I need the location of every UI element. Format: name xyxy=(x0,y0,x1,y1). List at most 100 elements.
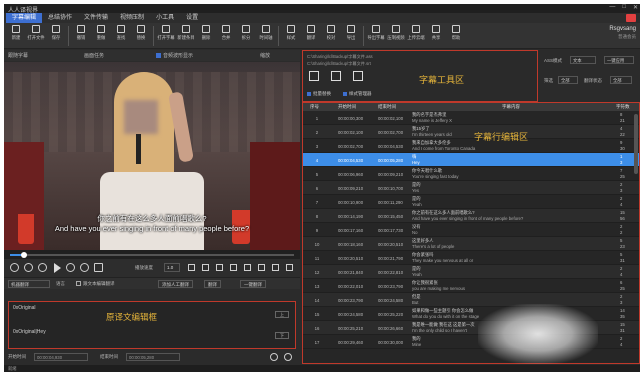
time-forward-icon[interactable] xyxy=(284,353,292,361)
menu-video-render[interactable]: 视频压制 xyxy=(114,13,150,23)
cell-en[interactable]: My name is Jeffery X xyxy=(412,118,452,123)
table-row[interactable]: 7 00:00:10,900 00:00:11,290 是的 Yeah 2 4 xyxy=(302,195,640,209)
toolbar-button[interactable]: 上传云端 xyxy=(406,23,426,49)
cell-en[interactable]: They make you nervous at all or xyxy=(412,258,473,263)
skip-icon[interactable] xyxy=(80,263,89,272)
speed-select[interactable]: 1.0 xyxy=(164,263,180,272)
cell-en[interactable]: Yeah xyxy=(412,202,422,207)
toolbar-button[interactable]: 导出 xyxy=(341,23,361,49)
cell-en[interactable]: And have you ever singing in front of ma… xyxy=(412,216,523,221)
forward-icon[interactable] xyxy=(66,263,75,272)
menu-settings[interactable]: 设置 xyxy=(180,13,204,23)
align-middle-icon[interactable] xyxy=(202,264,209,271)
loop-icon[interactable] xyxy=(10,263,19,272)
col-chars[interactable]: 字符数 xyxy=(616,104,630,110)
tools-icon[interactable] xyxy=(353,71,363,81)
translate-mode-select[interactable]: 机器翻译 xyxy=(8,280,50,288)
add-human-translation-button[interactable]: 添加人工翻译 xyxy=(158,280,193,288)
start-time-field[interactable]: 00:00:04,930 xyxy=(34,353,88,361)
text-size-icon[interactable] xyxy=(258,264,265,271)
cell-en[interactable]: What do you do with it on the stage xyxy=(412,314,479,319)
menu-tools[interactable]: 小工具 xyxy=(150,13,180,23)
move-down-button[interactable]: 下 xyxy=(275,332,289,339)
one-click-translate-button[interactable]: 一键翻译 xyxy=(240,280,266,288)
translation-status-select[interactable]: 全部 xyxy=(610,76,632,84)
table-row[interactable]: 3 00:00:02,700 00:00:04,530 我来自加拿大多伦多 And I … xyxy=(302,139,640,153)
toolbar-button[interactable]: 删除 xyxy=(196,23,216,49)
file-path-1[interactable]: C:\Sharing\lcl\Backup\字幕文件.ass xyxy=(307,54,373,60)
table-row[interactable]: 8 00:00:14,190 00:00:15,450 你之前有在这么多人面前唱歌么?… xyxy=(302,209,640,223)
cell-en[interactable]: And I come from Toronto Canada xyxy=(412,146,475,151)
toolbar-button[interactable]: 替换 xyxy=(131,23,151,49)
move-up-button[interactable]: 上 xyxy=(275,311,289,318)
apply-all-button[interactable]: 一键应用 xyxy=(604,56,634,64)
table-row[interactable]: 13 00:00:22,010 00:00:23,790 你让我很紧张 you are … xyxy=(302,279,640,293)
toolbar-button[interactable]: 样式 xyxy=(281,23,301,49)
cell-en[interactable]: Mine xyxy=(412,342,421,347)
tab-batch-replace[interactable]: 批量替换 xyxy=(307,91,331,97)
source-text[interactable]: 0xOriginal xyxy=(13,305,36,311)
toolbar-button[interactable]: 打开字幕 xyxy=(156,23,176,49)
progress-handle[interactable] xyxy=(21,252,28,258)
waveform-toggle[interactable]: 音频波形显示 xyxy=(156,52,193,59)
progress-bar[interactable] xyxy=(4,250,300,259)
filter-select[interactable]: 全部 xyxy=(558,76,578,84)
table-row[interactable]: 4 00:00:04,530 00:00:05,280 嗨 Hey 1 3 xyxy=(302,153,640,167)
fullscreen-icon[interactable] xyxy=(286,264,293,271)
brush-icon[interactable] xyxy=(309,71,319,81)
col-content[interactable]: 字幕内容 xyxy=(502,104,520,110)
cell-en[interactable]: There's a lot of people xyxy=(412,244,454,249)
cell-en[interactable]: Yeah xyxy=(412,272,422,277)
translate-button[interactable]: 翻译 xyxy=(204,280,221,288)
maximize-button[interactable]: □ xyxy=(622,4,626,11)
toolbar-button[interactable]: 重做 xyxy=(91,23,111,49)
toolbar-button[interactable]: 拆分 xyxy=(236,23,256,49)
ass-mode-select[interactable]: 文本 xyxy=(570,56,596,64)
follow-edit-checkbox[interactable]: 跟文本编辑翻译 xyxy=(76,281,115,287)
table-row[interactable]: 10 00:00:18,160 00:00:20,510 这里好多人 There's a… xyxy=(302,237,640,251)
split-icon[interactable] xyxy=(272,264,279,271)
toolbar-button[interactable]: 合并 xyxy=(216,23,236,49)
menu-file-transfer[interactable]: 文件传输 xyxy=(78,13,114,23)
toolbar-button[interactable]: 保存 xyxy=(46,23,66,49)
toolbar-button[interactable]: 查找 xyxy=(111,23,131,49)
col-end[interactable]: 结束时间 xyxy=(378,104,396,110)
cell-en[interactable]: You're singing fast today xyxy=(412,174,459,179)
play-icon[interactable] xyxy=(54,263,61,273)
toolbar-button[interactable]: 翻译 xyxy=(301,23,321,49)
toolbar-button[interactable]: 导出字幕 xyxy=(366,23,386,49)
menu-subtitle-edit[interactable]: 字幕编辑 xyxy=(6,13,43,23)
close-button[interactable]: ✕ xyxy=(633,4,638,11)
tab-style-manager[interactable]: 样式管理器 xyxy=(343,91,372,97)
cell-en[interactable]: Yes xyxy=(412,188,419,193)
shift-left-icon[interactable] xyxy=(230,264,237,271)
video-player[interactable]: 你之前有在这么多人面前唱歌么? And have you ever singin… xyxy=(4,62,300,250)
table-row[interactable]: 12 00:00:21,840 00:00:22,810 是的 Yeah 2 4 xyxy=(302,265,640,279)
progress-track[interactable] xyxy=(10,252,294,258)
end-time-field[interactable]: 00:00:05,280 xyxy=(126,353,180,361)
scrollbar[interactable] xyxy=(634,114,638,174)
toolbar-button[interactable]: 新建条目 xyxy=(176,23,196,49)
toolbar-button[interactable]: 打开文件 xyxy=(26,23,46,49)
cell-en[interactable]: I'm thirteen years old xyxy=(412,132,452,137)
cell-en[interactable]: you are making me nervous xyxy=(412,286,465,291)
cell-en[interactable]: But xyxy=(412,300,418,305)
cell-en[interactable]: Hey xyxy=(412,160,420,165)
file-path-2[interactable]: C:\Sharing\lcl\Backup\字幕文件.srt xyxy=(307,61,371,67)
minimize-button[interactable]: — xyxy=(609,4,615,11)
shift-right-icon[interactable] xyxy=(244,264,251,271)
sync-toggle[interactable]: 跟随字幕 xyxy=(8,52,28,59)
align-bottom-icon[interactable] xyxy=(216,264,223,271)
back-icon[interactable] xyxy=(38,263,47,272)
columns-icon[interactable] xyxy=(331,71,341,81)
source-translation-editor[interactable]: 0xOriginal 0xOriginal|Hey 原译文编辑框 上 下 xyxy=(8,301,296,349)
time-back-icon[interactable] xyxy=(270,353,278,361)
toolbar-button[interactable]: 压制视频 xyxy=(386,23,406,49)
translation-text[interactable]: 0xOriginal|Hey xyxy=(13,329,46,335)
zoom-label[interactable]: 缩放 xyxy=(260,52,270,59)
cell-en[interactable]: No xyxy=(412,230,418,235)
col-start[interactable]: 开始时间 xyxy=(338,104,356,110)
stop-icon[interactable] xyxy=(94,263,103,272)
toolbar-button[interactable]: 帮助 xyxy=(446,23,466,49)
col-index[interactable]: 序号 xyxy=(310,104,319,110)
